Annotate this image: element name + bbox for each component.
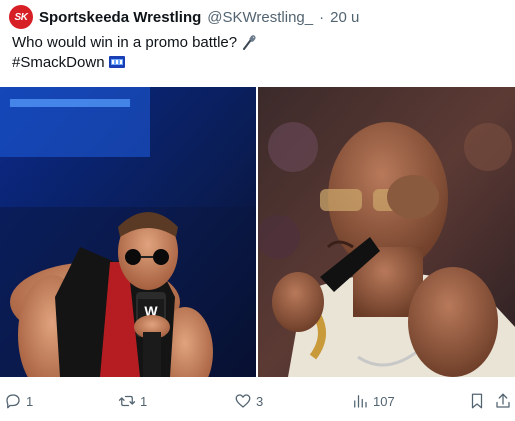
tweet-actions: 1 1 3 107 bbox=[0, 390, 515, 412]
tweet-text-line: Who would win in a promo battle? bbox=[12, 34, 238, 51]
display-name[interactable]: Sportskeeda Wrestling bbox=[39, 9, 201, 26]
reply-button[interactable]: 1 bbox=[4, 390, 33, 412]
separator-dot: · bbox=[319, 8, 325, 26]
views-button[interactable]: 107 bbox=[351, 390, 395, 412]
reply-count: 1 bbox=[26, 393, 34, 409]
repost-count: 1 bbox=[140, 393, 148, 409]
hashtag-link[interactable]: #SmackDown bbox=[12, 54, 105, 71]
avatar[interactable]: SK bbox=[9, 5, 33, 29]
share-button[interactable] bbox=[494, 390, 512, 412]
bookmark-button[interactable] bbox=[468, 390, 486, 412]
bookmark-icon bbox=[471, 393, 483, 409]
like-button[interactable]: 3 bbox=[234, 390, 263, 412]
media-grid: W bbox=[0, 87, 515, 377]
tweet-header: SK Sportskeeda Wrestling @SKWrestling_ ·… bbox=[9, 4, 359, 30]
like-count: 3 bbox=[256, 393, 264, 409]
repost-button[interactable]: 1 bbox=[118, 390, 147, 412]
media-image-left[interactable]: W bbox=[0, 87, 256, 377]
microphone-emoji-icon bbox=[241, 34, 259, 50]
share-icon bbox=[496, 393, 510, 408]
like-icon bbox=[235, 394, 251, 408]
media-image-right[interactable] bbox=[258, 87, 515, 377]
tweet-text: Who would win in a promo battle? #SmackD… bbox=[12, 33, 502, 73]
user-handle[interactable]: @SKWrestling_ bbox=[207, 9, 313, 26]
smackdown-hashflag-icon bbox=[108, 54, 125, 68]
reply-icon bbox=[6, 394, 20, 409]
timestamp[interactable]: 20 u bbox=[330, 9, 359, 26]
views-icon bbox=[354, 395, 367, 408]
repost-icon bbox=[118, 395, 136, 407]
views-count: 107 bbox=[373, 393, 395, 409]
